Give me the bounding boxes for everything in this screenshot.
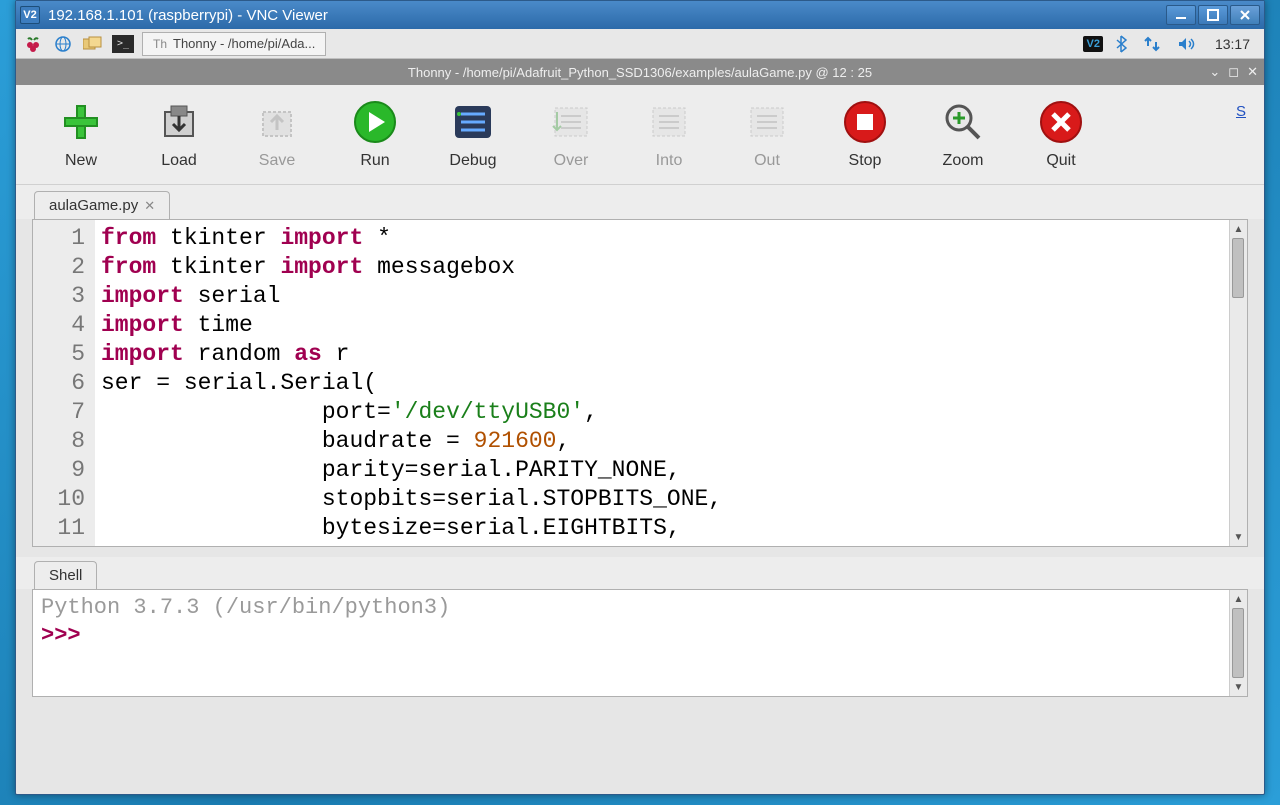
scroll-thumb[interactable]	[1232, 238, 1244, 298]
stop-button[interactable]: Stop	[840, 100, 890, 170]
vnc-logo-icon: V2	[20, 6, 40, 24]
terminal-icon[interactable]: >_	[112, 33, 134, 55]
thonny-taskbar-icon: Th	[153, 37, 167, 51]
line-number: 10	[33, 485, 85, 514]
browser-icon[interactable]	[52, 33, 74, 55]
close-button[interactable]	[1230, 5, 1260, 25]
shell-tab-label: Shell	[49, 567, 82, 584]
out-button[interactable]: Out	[742, 100, 792, 170]
save-icon	[255, 100, 299, 144]
save-button[interactable]: Save	[252, 100, 302, 170]
over-icon	[549, 100, 593, 144]
debug-label: Debug	[449, 152, 496, 170]
zoom-icon	[941, 100, 985, 144]
thonny-maximize-icon[interactable]: ◻	[1228, 64, 1239, 80]
new-icon	[59, 100, 103, 144]
line-number: 8	[33, 427, 85, 456]
shell-scrollbar[interactable]: ▲ ▼	[1229, 590, 1247, 696]
thonny-close-icon[interactable]: ✕	[1247, 64, 1258, 80]
bluetooth-icon[interactable]	[1111, 35, 1131, 53]
new-button[interactable]: New	[56, 100, 106, 170]
taskbar-thonny-label: Thonny - /home/pi/Ada...	[173, 36, 315, 51]
shell-tab-row: Shell	[16, 557, 1264, 589]
into-icon	[647, 100, 691, 144]
thonny-minimize-icon[interactable]: ⌄	[1209, 64, 1220, 80]
load-label: Load	[161, 152, 197, 170]
file-tab[interactable]: aulaGame.py ✕	[34, 191, 170, 219]
close-icon	[1239, 9, 1251, 21]
shell-version: Python 3.7.3 (/usr/bin/python3)	[41, 595, 450, 620]
tab-close-icon[interactable]: ✕	[144, 198, 155, 214]
shell-content[interactable]: Python 3.7.3 (/usr/bin/python3) >>>	[33, 590, 1229, 696]
volume-icon[interactable]	[1173, 36, 1199, 52]
maximize-icon	[1207, 9, 1219, 21]
run-label: Run	[360, 152, 389, 170]
scroll-up-icon[interactable]: ▲	[1230, 220, 1247, 238]
line-number: 7	[33, 398, 85, 427]
scroll-down-icon[interactable]: ▼	[1230, 678, 1247, 696]
out-icon	[745, 100, 789, 144]
line-number: 3	[33, 282, 85, 311]
shell-panel[interactable]: Python 3.7.3 (/usr/bin/python3) >>> ▲ ▼	[32, 589, 1248, 697]
new-label: New	[65, 152, 97, 170]
scroll-thumb[interactable]	[1232, 608, 1244, 678]
shell-prompt: >>>	[41, 623, 81, 648]
editor-scrollbar[interactable]: ▲ ▼	[1229, 220, 1247, 546]
vnc-viewer-window: V2 192.168.1.101 (raspberrypi) - VNC Vie…	[15, 0, 1265, 795]
zoom-button[interactable]: Zoom	[938, 100, 988, 170]
tray-vnc-icon[interactable]: V2	[1083, 36, 1102, 52]
over-label: Over	[554, 152, 589, 170]
quit-label: Quit	[1046, 152, 1075, 170]
quit-button[interactable]: Quit	[1036, 100, 1086, 170]
debug-icon	[451, 100, 495, 144]
line-number: 11	[33, 514, 85, 543]
scroll-up-icon[interactable]: ▲	[1230, 590, 1247, 608]
thonny-titlebar: Thonny - /home/pi/Adafruit_Python_SSD130…	[16, 59, 1264, 85]
taskbar-thonny[interactable]: Th Thonny - /home/pi/Ada...	[142, 32, 326, 56]
minimize-icon	[1175, 9, 1187, 21]
editor-tab-row: aulaGame.py ✕	[16, 185, 1264, 219]
line-number: 2	[33, 253, 85, 282]
vnc-window-title: 192.168.1.101 (raspberrypi) - VNC Viewer	[48, 7, 1164, 24]
rpi-panel: >_ Th Thonny - /home/pi/Ada... V2 13:17	[16, 29, 1264, 59]
load-icon	[157, 100, 201, 144]
scroll-down-icon[interactable]: ▼	[1230, 528, 1247, 546]
zoom-label: Zoom	[943, 152, 984, 170]
thonny-toolbar: New Load Save Run Debug	[16, 85, 1264, 185]
code-content[interactable]: from tkinter import * from tkinter impor…	[95, 220, 1229, 546]
over-button[interactable]: Over	[546, 100, 596, 170]
line-number: 1	[33, 224, 85, 253]
run-icon	[353, 100, 397, 144]
stop-icon	[843, 100, 887, 144]
file-manager-icon[interactable]	[82, 33, 104, 55]
stop-label: Stop	[849, 152, 882, 170]
vnc-titlebar: V2 192.168.1.101 (raspberrypi) - VNC Vie…	[16, 1, 1264, 29]
rpi-menu-icon[interactable]	[22, 33, 44, 55]
network-icon[interactable]	[1139, 36, 1165, 52]
code-editor[interactable]: 1 2 3 4 5 6 7 8 9 10 11 from tkinter imp…	[32, 219, 1248, 547]
debug-button[interactable]: Debug	[448, 100, 498, 170]
line-number: 5	[33, 340, 85, 369]
shell-tab[interactable]: Shell	[34, 561, 97, 589]
line-number: 4	[33, 311, 85, 340]
into-label: Into	[656, 152, 683, 170]
thonny-title: Thonny - /home/pi/Adafruit_Python_SSD130…	[408, 65, 872, 80]
run-button[interactable]: Run	[350, 100, 400, 170]
switch-link[interactable]: S	[1236, 103, 1246, 120]
line-number: 6	[33, 369, 85, 398]
quit-icon	[1039, 100, 1083, 144]
panel-clock[interactable]: 13:17	[1207, 36, 1258, 52]
into-button[interactable]: Into	[644, 100, 694, 170]
line-gutter: 1 2 3 4 5 6 7 8 9 10 11	[33, 220, 95, 546]
file-tab-label: aulaGame.py	[49, 197, 138, 214]
minimize-button[interactable]	[1166, 5, 1196, 25]
maximize-button[interactable]	[1198, 5, 1228, 25]
save-label: Save	[259, 152, 295, 170]
load-button[interactable]: Load	[154, 100, 204, 170]
out-label: Out	[754, 152, 780, 170]
line-number: 9	[33, 456, 85, 485]
